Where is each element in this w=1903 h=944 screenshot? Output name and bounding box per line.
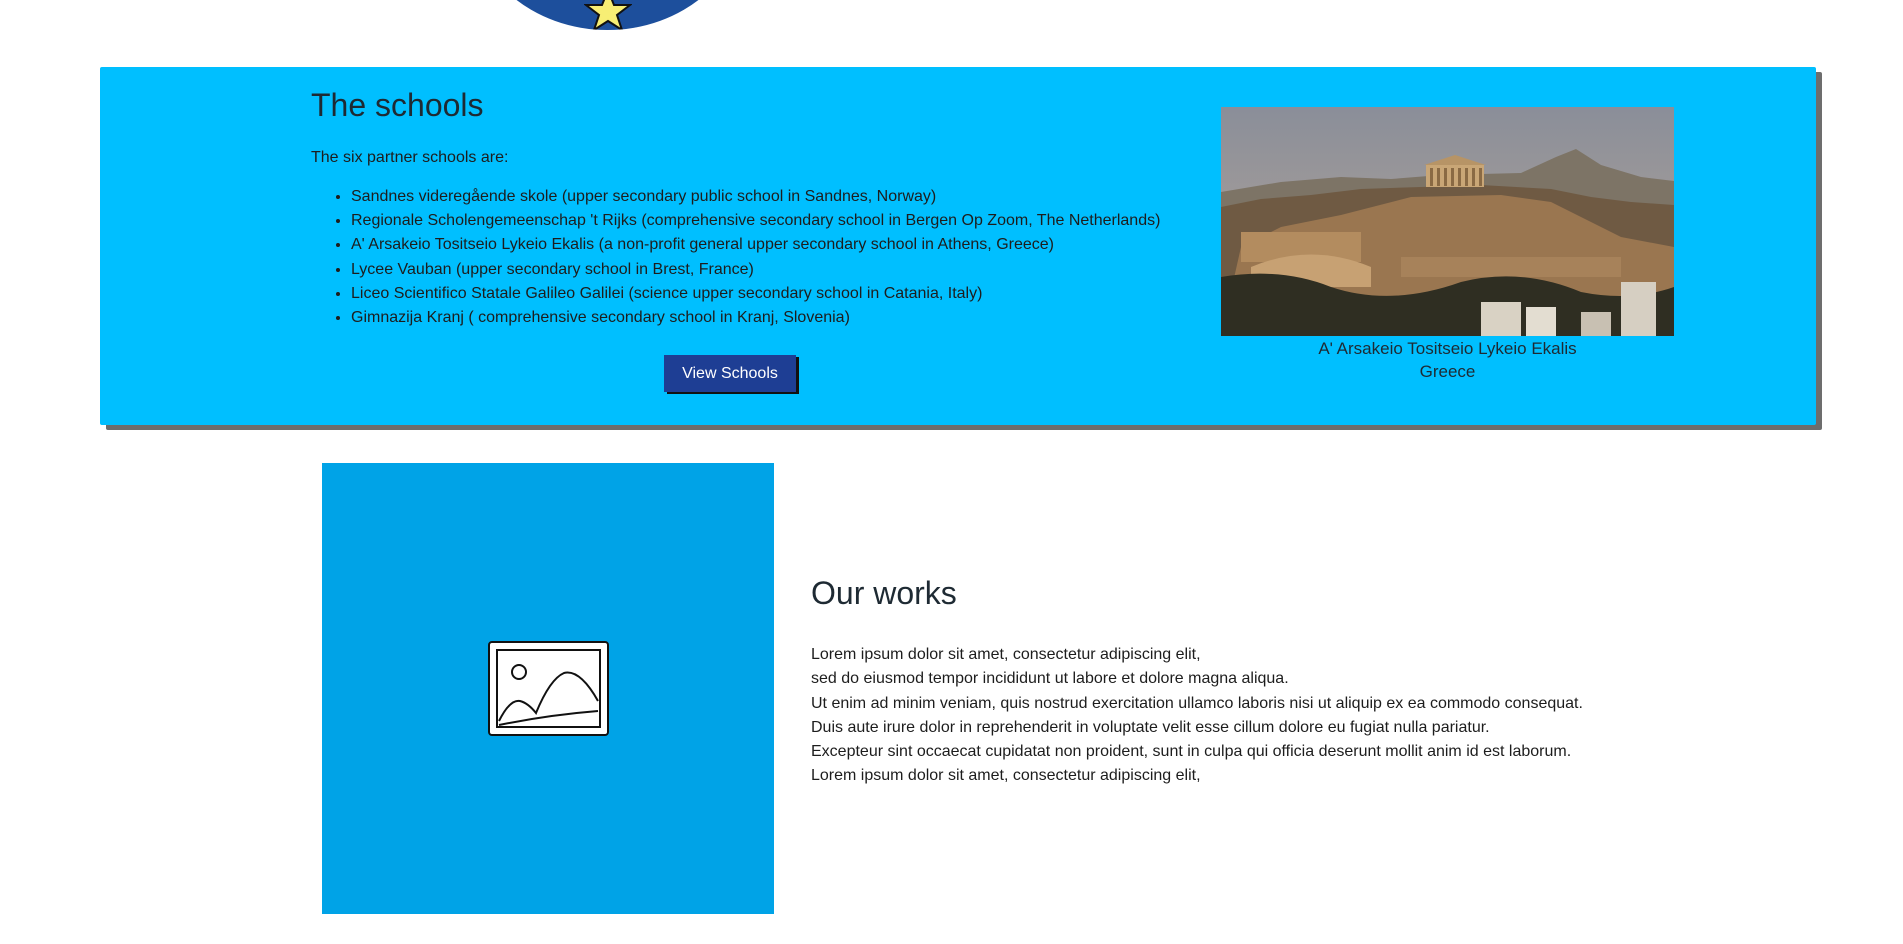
school-item: Lycee Vauban (upper secondary school in … — [351, 258, 1171, 282]
schools-list: Sandnes videregående skole (upper second… — [311, 185, 1171, 330]
view-schools-button[interactable]: View Schools — [664, 355, 796, 392]
school-item: A' Arsakeio Tositseio Lykeio Ekalis (a n… — [351, 233, 1171, 257]
works-body-line: sed do eiusmod tempor incididunt ut labo… — [811, 670, 1289, 688]
works-body-line: Ut enim ad minim veniam, quis nostrud ex… — [811, 694, 1583, 712]
school-item: Regionale Scholengemeenschap 't Rijks (c… — [351, 209, 1171, 233]
works-body-line: Lorem ipsum dolor sit amet, consectetur … — [811, 767, 1201, 785]
schools-section: The schools The six partner schools are:… — [100, 67, 1816, 425]
works-body-line: Excepteur sint occaecat cupidatat non pr… — [811, 743, 1572, 761]
school-caption: A' Arsakeio Tositseio Lykeio Ekalis Gree… — [1221, 337, 1674, 383]
works-body: Lorem ipsum dolor sit amet, consectetur … — [811, 643, 1711, 789]
works-title: Our works — [811, 575, 957, 611]
schools-title: The schools — [311, 87, 484, 123]
page: The schools The six partner schools are:… — [0, 0, 1903, 944]
schools-intro: The six partner schools are: — [311, 149, 509, 166]
works-body-line: Duis aute irure dolor in reprehenderit i… — [811, 718, 1490, 736]
school-item: Gimnazija Kranj ( comprehensive secondar… — [351, 306, 1171, 330]
acropolis-photo — [1221, 107, 1674, 336]
image-placeholder-icon — [488, 641, 609, 736]
school-caption-country: Greece — [1419, 362, 1476, 381]
schools-text-block: The schools The six partner schools are:… — [311, 87, 1171, 330]
works-image-tile — [322, 463, 774, 914]
school-item: Sandnes videregående skole (upper second… — [351, 185, 1171, 209]
school-photo — [1221, 107, 1674, 336]
eu-emblem-logo — [470, 0, 745, 30]
works-body-line: Lorem ipsum dolor sit amet, consectetur … — [811, 646, 1201, 663]
school-item: Liceo Scientifico Statale Galileo Galile… — [351, 282, 1171, 306]
star-icon — [584, 0, 632, 30]
school-caption-name: A' Arsakeio Tositseio Lykeio Ekalis — [1318, 339, 1577, 358]
